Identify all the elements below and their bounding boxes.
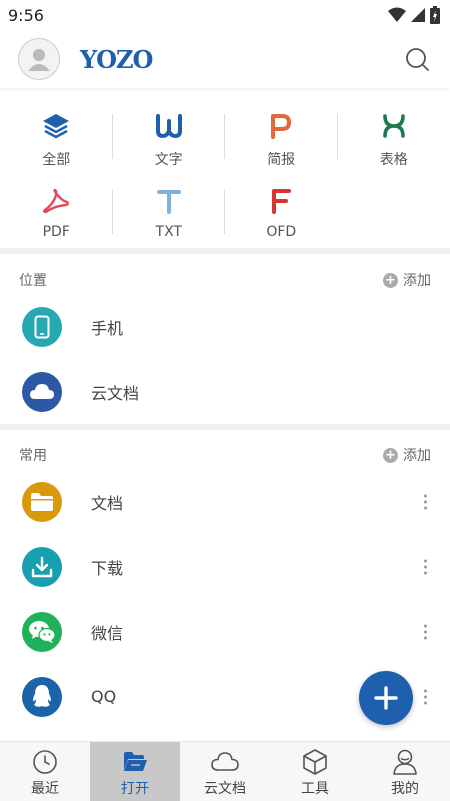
type-label: 简报 bbox=[267, 152, 296, 168]
section-divider bbox=[0, 424, 450, 430]
add-label: 添加 bbox=[403, 273, 431, 289]
item-name: QQ bbox=[91, 687, 117, 706]
word-icon bbox=[155, 114, 182, 138]
txt-icon bbox=[156, 190, 181, 214]
type-label: OFD bbox=[266, 224, 297, 240]
type-label: 全部 bbox=[42, 152, 71, 168]
type-label: 文字 bbox=[154, 152, 183, 168]
common-item-download[interactable]: 下载 bbox=[0, 534, 450, 599]
type-label: PDF bbox=[42, 224, 70, 240]
nav-label: 我的 bbox=[391, 780, 419, 797]
bottom-nav: 最近 打开 云文档 工具 我的 bbox=[0, 741, 450, 801]
location-item-phone[interactable]: 手机 bbox=[0, 294, 450, 359]
phone-icon bbox=[22, 306, 62, 347]
item-name: 云文档 bbox=[91, 383, 140, 403]
plus-icon bbox=[374, 686, 398, 710]
more-options-icon[interactable] bbox=[420, 689, 430, 704]
clock-icon bbox=[33, 749, 57, 774]
search-icon bbox=[406, 48, 429, 71]
app-header: YOZO bbox=[0, 30, 450, 88]
ppt-icon bbox=[271, 114, 292, 139]
download-icon bbox=[22, 546, 62, 587]
locations-header: 位置 + 添加 bbox=[0, 265, 450, 295]
type-txt[interactable]: TXT bbox=[113, 172, 226, 247]
type-presentation[interactable]: 简报 bbox=[225, 97, 338, 172]
layers-icon bbox=[43, 114, 70, 139]
type-label: 表格 bbox=[379, 152, 408, 168]
qq-icon bbox=[22, 676, 62, 717]
wifi-icon bbox=[388, 7, 406, 22]
common-item-wechat[interactable]: 微信 bbox=[0, 599, 450, 664]
search-button[interactable] bbox=[402, 44, 432, 74]
location-item-cloud[interactable]: 云文档 bbox=[0, 359, 450, 424]
type-all[interactable]: 全部 bbox=[0, 97, 113, 172]
system-icons bbox=[388, 6, 440, 24]
pdf-icon bbox=[43, 188, 70, 214]
box-icon bbox=[303, 748, 327, 775]
plus-icon: + bbox=[383, 272, 398, 288]
nav-label: 工具 bbox=[301, 780, 329, 797]
item-name: 手机 bbox=[91, 318, 124, 338]
folder-open-icon bbox=[124, 751, 147, 771]
user-avatar-icon bbox=[28, 49, 50, 71]
type-label: TXT bbox=[155, 224, 182, 240]
locations-title: 位置 bbox=[19, 273, 47, 289]
status-time: 9:56 bbox=[8, 5, 44, 25]
file-type-grid: 全部 文字 简报 表格 PDF TXT OFD bbox=[0, 97, 450, 247]
person-icon bbox=[393, 749, 417, 775]
status-bar: 9:56 bbox=[0, 0, 450, 30]
wechat-icon bbox=[22, 611, 62, 652]
avatar[interactable] bbox=[18, 38, 60, 80]
type-pdf[interactable]: PDF bbox=[0, 172, 113, 247]
app-logo: YOZO bbox=[80, 44, 153, 74]
more-options-icon[interactable] bbox=[420, 559, 430, 574]
cloud-icon bbox=[22, 371, 62, 412]
item-name: 下载 bbox=[91, 558, 124, 578]
nav-tools[interactable]: 工具 bbox=[270, 742, 360, 801]
battery-icon bbox=[430, 6, 440, 24]
common-add-button[interactable]: + 添加 bbox=[383, 445, 431, 465]
nav-label: 打开 bbox=[121, 780, 149, 797]
item-name: 文档 bbox=[91, 493, 124, 513]
locations-add-button[interactable]: + 添加 bbox=[383, 270, 431, 290]
excel-icon bbox=[382, 114, 405, 138]
nav-me[interactable]: 我的 bbox=[360, 742, 450, 801]
more-options-icon[interactable] bbox=[420, 494, 430, 509]
plus-icon: + bbox=[383, 447, 398, 463]
nav-cloud-docs[interactable]: 云文档 bbox=[180, 742, 270, 801]
ofd-icon bbox=[272, 189, 292, 214]
signal-icon bbox=[411, 8, 425, 22]
common-title: 常用 bbox=[19, 448, 47, 464]
nav-open[interactable]: 打开 bbox=[90, 742, 180, 801]
common-item-documents[interactable]: 文档 bbox=[0, 469, 450, 534]
more-options-icon[interactable] bbox=[420, 624, 430, 639]
nav-recent[interactable]: 最近 bbox=[0, 742, 90, 801]
add-label: 添加 bbox=[403, 448, 431, 464]
cloud-icon bbox=[211, 751, 239, 771]
folder-icon bbox=[22, 481, 62, 522]
type-ofd[interactable]: OFD bbox=[225, 172, 338, 247]
nav-label: 云文档 bbox=[204, 780, 246, 797]
type-word[interactable]: 文字 bbox=[113, 97, 226, 172]
section-divider bbox=[0, 248, 450, 254]
common-header: 常用 + 添加 bbox=[0, 440, 450, 470]
nav-label: 最近 bbox=[31, 780, 59, 797]
add-fab-button[interactable] bbox=[359, 671, 413, 725]
type-spreadsheet[interactable]: 表格 bbox=[338, 97, 450, 172]
item-name: 微信 bbox=[91, 623, 124, 643]
